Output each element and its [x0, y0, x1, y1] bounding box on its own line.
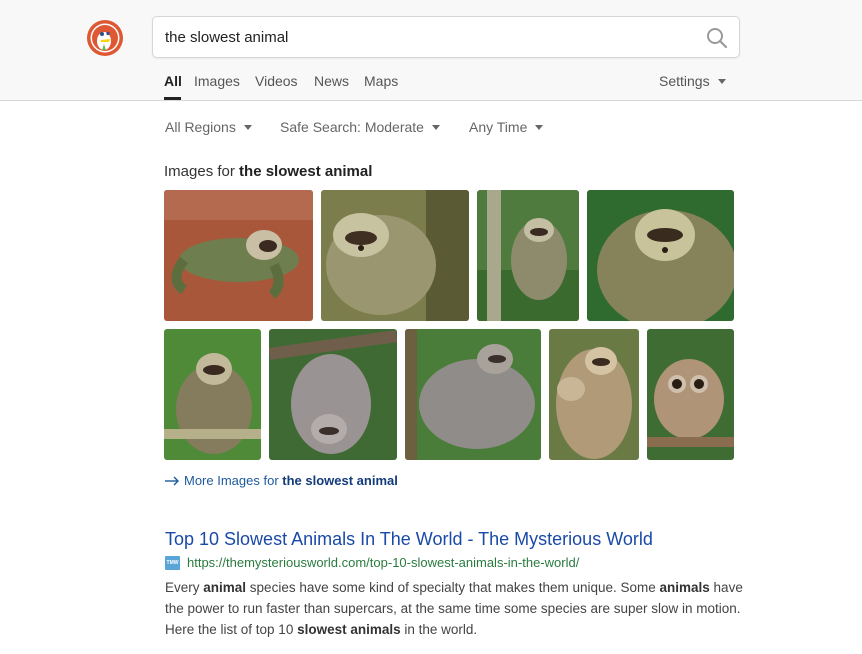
- time-filter-label: Any Time: [469, 119, 528, 135]
- tab-images[interactable]: Images: [194, 73, 240, 89]
- favicon-text: TMW: [166, 560, 179, 566]
- tab-all[interactable]: All: [164, 73, 182, 89]
- tab-news[interactable]: News: [314, 73, 349, 89]
- header-bar: All Images Videos News Maps Settings: [0, 0, 862, 101]
- image-result-3[interactable]: [477, 190, 579, 321]
- image-result-5[interactable]: [164, 329, 261, 460]
- images-heading-query: the slowest animal: [239, 163, 373, 180]
- result-snippet: Every animal species have some kind of s…: [165, 577, 745, 640]
- snippet-highlight: animal: [203, 580, 247, 595]
- more-images-link[interactable]: More Images for the slowest animal: [164, 473, 398, 488]
- active-tab-indicator: [164, 97, 181, 100]
- safe-search-filter-label: Safe Search: Moderate: [280, 119, 424, 135]
- tab-maps[interactable]: Maps: [364, 73, 398, 89]
- arrow-right-icon: [165, 476, 179, 486]
- duckduckgo-logo[interactable]: [86, 19, 124, 57]
- images-heading-prefix: Images for: [164, 163, 240, 180]
- region-filter[interactable]: All Regions: [165, 119, 252, 135]
- more-images-query: the slowest animal: [282, 473, 398, 488]
- chevron-down-icon: [243, 125, 252, 130]
- snippet-text: Every: [165, 580, 204, 595]
- snippet-highlight: slowest animals: [297, 622, 401, 637]
- search-icon[interactable]: [705, 26, 729, 50]
- safe-search-filter[interactable]: Safe Search: Moderate: [280, 119, 440, 135]
- settings-label: Settings: [659, 73, 710, 89]
- result-favicon: TMW: [165, 556, 180, 570]
- tab-videos[interactable]: Videos: [255, 73, 298, 89]
- settings-dropdown[interactable]: Settings: [659, 73, 726, 89]
- image-result-6[interactable]: [269, 329, 397, 460]
- chevron-down-icon: [431, 125, 440, 130]
- search-box: [152, 16, 740, 58]
- image-result-9[interactable]: [647, 329, 734, 460]
- image-result-8[interactable]: [549, 329, 639, 460]
- chevron-down-icon: [535, 125, 544, 130]
- image-result-2[interactable]: [321, 190, 469, 321]
- image-result-1[interactable]: [164, 190, 313, 321]
- region-filter-label: All Regions: [165, 119, 236, 135]
- image-result-4[interactable]: [587, 190, 734, 321]
- result-title-link[interactable]: Top 10 Slowest Animals In The World - Th…: [165, 529, 653, 550]
- chevron-down-icon: [717, 79, 726, 84]
- snippet-highlight: animals: [659, 580, 710, 595]
- image-result-7[interactable]: [405, 329, 541, 460]
- search-input[interactable]: [153, 17, 693, 57]
- snippet-text: species have some kind of specialty that…: [246, 580, 660, 595]
- snippet-text: in the world.: [400, 622, 478, 637]
- images-heading: Images for the slowest animal: [164, 163, 372, 180]
- time-filter[interactable]: Any Time: [469, 119, 544, 135]
- result-url-link[interactable]: https://themysteriousworld.com/top-10-sl…: [187, 555, 579, 570]
- more-images-prefix: More Images for: [184, 473, 283, 488]
